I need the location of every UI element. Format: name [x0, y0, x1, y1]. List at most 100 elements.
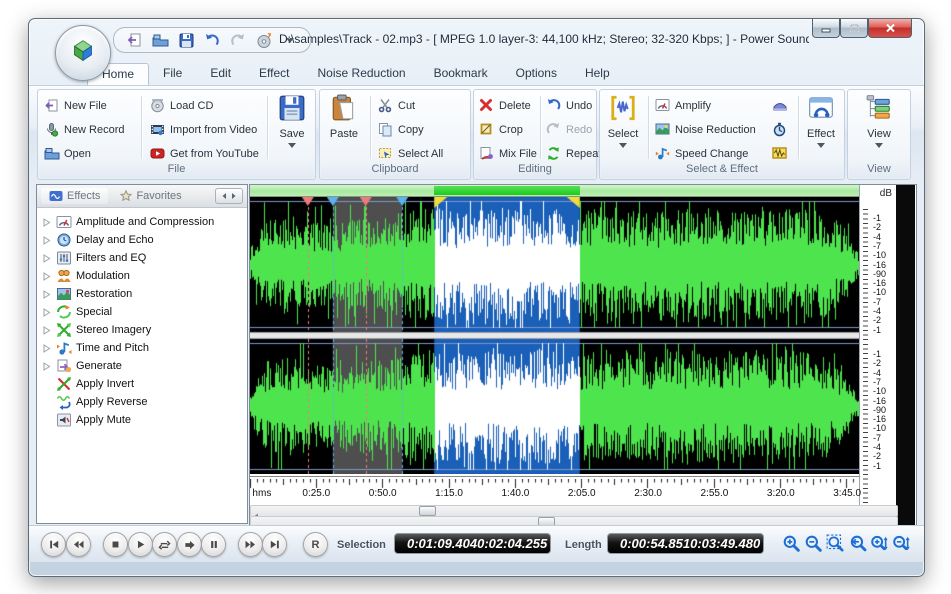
zoom-selection-button[interactable] — [825, 533, 845, 553]
close-button[interactable] — [868, 19, 912, 38]
fast-forward-button[interactable] — [238, 532, 263, 557]
tree-item-amplitude-and-compression[interactable]: Amplitude and Compression — [41, 213, 247, 231]
zoom-out-button[interactable] — [803, 533, 823, 553]
rewind-button[interactable] — [66, 532, 91, 557]
crop-button[interactable]: Crop — [479, 120, 523, 140]
effects-tab-label: Effects — [67, 190, 100, 202]
ruler-label: 1:40.0 — [501, 488, 529, 499]
loop-play-button[interactable] — [152, 532, 177, 557]
expand-icon[interactable] — [41, 236, 52, 245]
tree-item-apply-invert[interactable]: Apply Invert — [41, 375, 247, 393]
undo-button[interactable]: Undo — [546, 96, 592, 116]
mix-file-button[interactable]: Mix File — [479, 144, 537, 164]
app-logo-button[interactable] — [55, 25, 111, 81]
insert-silence-button[interactable] — [772, 96, 788, 116]
overview-selection[interactable] — [434, 186, 580, 195]
expand-icon[interactable] — [41, 326, 52, 335]
expand-icon[interactable] — [41, 254, 52, 263]
time-ruler[interactable]: hms0:25.00:50.01:15.01:40.02:05.02:30.02… — [250, 476, 859, 503]
pause-button[interactable] — [201, 532, 226, 557]
maximize-button[interactable] — [840, 19, 868, 38]
speed-change-icon — [655, 146, 671, 162]
select-all-button[interactable]: Select All — [378, 144, 443, 164]
tree-item-modulation[interactable]: Modulation — [41, 267, 247, 285]
expand-icon[interactable] — [41, 344, 52, 353]
save-button[interactable]: Save — [270, 94, 314, 166]
cut-button[interactable]: Cut — [378, 96, 415, 116]
minimize-button[interactable] — [812, 19, 840, 38]
panel-tab-favorites[interactable]: Favorites — [112, 188, 189, 204]
tab-file[interactable]: File — [149, 63, 196, 85]
tree-item-special[interactable]: Special — [41, 303, 247, 321]
tree-item-restoration[interactable]: Restoration — [41, 285, 247, 303]
open-folder-icon[interactable] — [150, 31, 170, 49]
get-from-youtube-button[interactable]: Get from YouTube — [150, 144, 259, 164]
undo-icon — [546, 98, 562, 114]
new-record-icon — [44, 122, 60, 138]
open-button[interactable]: Open — [44, 144, 91, 164]
play-button[interactable] — [128, 532, 153, 557]
expand-icon[interactable] — [41, 218, 52, 227]
expand-icon[interactable] — [41, 290, 52, 299]
expand-icon[interactable] — [41, 362, 52, 371]
speed-change-button[interactable]: Speed Change — [655, 144, 748, 164]
zoom-in-button[interactable] — [781, 533, 801, 553]
play-selection-button[interactable] — [177, 532, 202, 557]
skip-start-button[interactable] — [41, 532, 66, 557]
tab-help[interactable]: Help — [571, 63, 624, 85]
panel-tab-effects[interactable]: Effects — [41, 188, 108, 204]
tree-item-delay-and-echo[interactable]: Delay and Echo — [41, 231, 247, 249]
delete-button[interactable]: Delete — [479, 96, 531, 116]
timer-button[interactable] — [772, 120, 788, 140]
skip-end-button[interactable] — [262, 532, 287, 557]
zoom-vertical-out-button[interactable] — [891, 533, 911, 553]
tree-item-apply-reverse[interactable]: Apply Reverse — [41, 393, 247, 411]
amplify-button[interactable]: Amplify — [655, 96, 711, 116]
expand-icon[interactable] — [41, 308, 52, 317]
tab-edit[interactable]: Edit — [196, 63, 245, 85]
repeat-button[interactable]: Repeat — [546, 144, 601, 164]
zoom-vertical-in-button[interactable] — [869, 533, 889, 553]
import-file-icon[interactable] — [124, 31, 144, 49]
view-big-icon — [865, 94, 893, 125]
expand-icon[interactable] — [41, 272, 52, 281]
tab-noise-reduction[interactable]: Noise Reduction — [304, 63, 420, 85]
effect-button[interactable]: Effect — [800, 94, 842, 166]
save-icon[interactable] — [176, 31, 196, 49]
undo-icon[interactable] — [202, 31, 222, 49]
zoom-full-button[interactable] — [847, 533, 867, 553]
ruler-label: 2:30.0 — [634, 488, 662, 499]
load-cd-button[interactable]: Load CD — [150, 96, 213, 116]
new-file-button[interactable]: New File — [44, 96, 107, 116]
titlebar[interactable]: D:\samples\Track - 02.mp3 - [ MPEG 1.0 l… — [29, 19, 924, 63]
db-label: -2 — [873, 452, 881, 461]
select-button[interactable]: Select — [602, 94, 644, 166]
db-label: -2 — [873, 223, 881, 232]
tree-item-apply-mute[interactable]: Apply Mute — [41, 411, 247, 429]
slider-thumb[interactable] — [419, 506, 436, 516]
paste-label: Paste — [330, 128, 358, 140]
waveform-editor[interactable]: dB -1-2-4-7-10-16-90-16-10-7-4-2-1-1-2-4… — [249, 184, 917, 527]
tree-item-generate[interactable]: Generate — [41, 357, 247, 375]
noise-reduction-button[interactable]: Noise Reduction — [655, 120, 756, 140]
view-button[interactable]: View — [857, 94, 901, 166]
paste-button[interactable]: Paste — [324, 94, 364, 166]
panel-tab-scroll-buttons[interactable] — [215, 188, 243, 204]
tab-effect[interactable]: Effect — [245, 63, 303, 85]
tree-item-stereo-imagery[interactable]: Stereo Imagery — [41, 321, 247, 339]
db-label: -2 — [873, 316, 881, 325]
import-from-video-button[interactable]: Import from Video — [150, 120, 257, 140]
burn-cd-icon[interactable] — [254, 31, 274, 49]
stop-button[interactable] — [103, 532, 128, 557]
copy-button[interactable]: Copy — [378, 120, 424, 140]
new-file-label: New File — [64, 100, 107, 112]
tab-bookmark[interactable]: Bookmark — [420, 63, 502, 85]
tab-options[interactable]: Options — [502, 63, 571, 85]
overview-strip[interactable] — [250, 185, 859, 197]
tree-item-time-and-pitch[interactable]: Time and Pitch — [41, 339, 247, 357]
record-button[interactable]: R — [303, 532, 328, 557]
tree-item-filters-and-eq[interactable]: Filters and EQ — [41, 249, 247, 267]
waveform-tool-button[interactable] — [772, 144, 788, 164]
new-record-button[interactable]: New Record — [44, 120, 125, 140]
waveform-display[interactable] — [250, 197, 859, 474]
